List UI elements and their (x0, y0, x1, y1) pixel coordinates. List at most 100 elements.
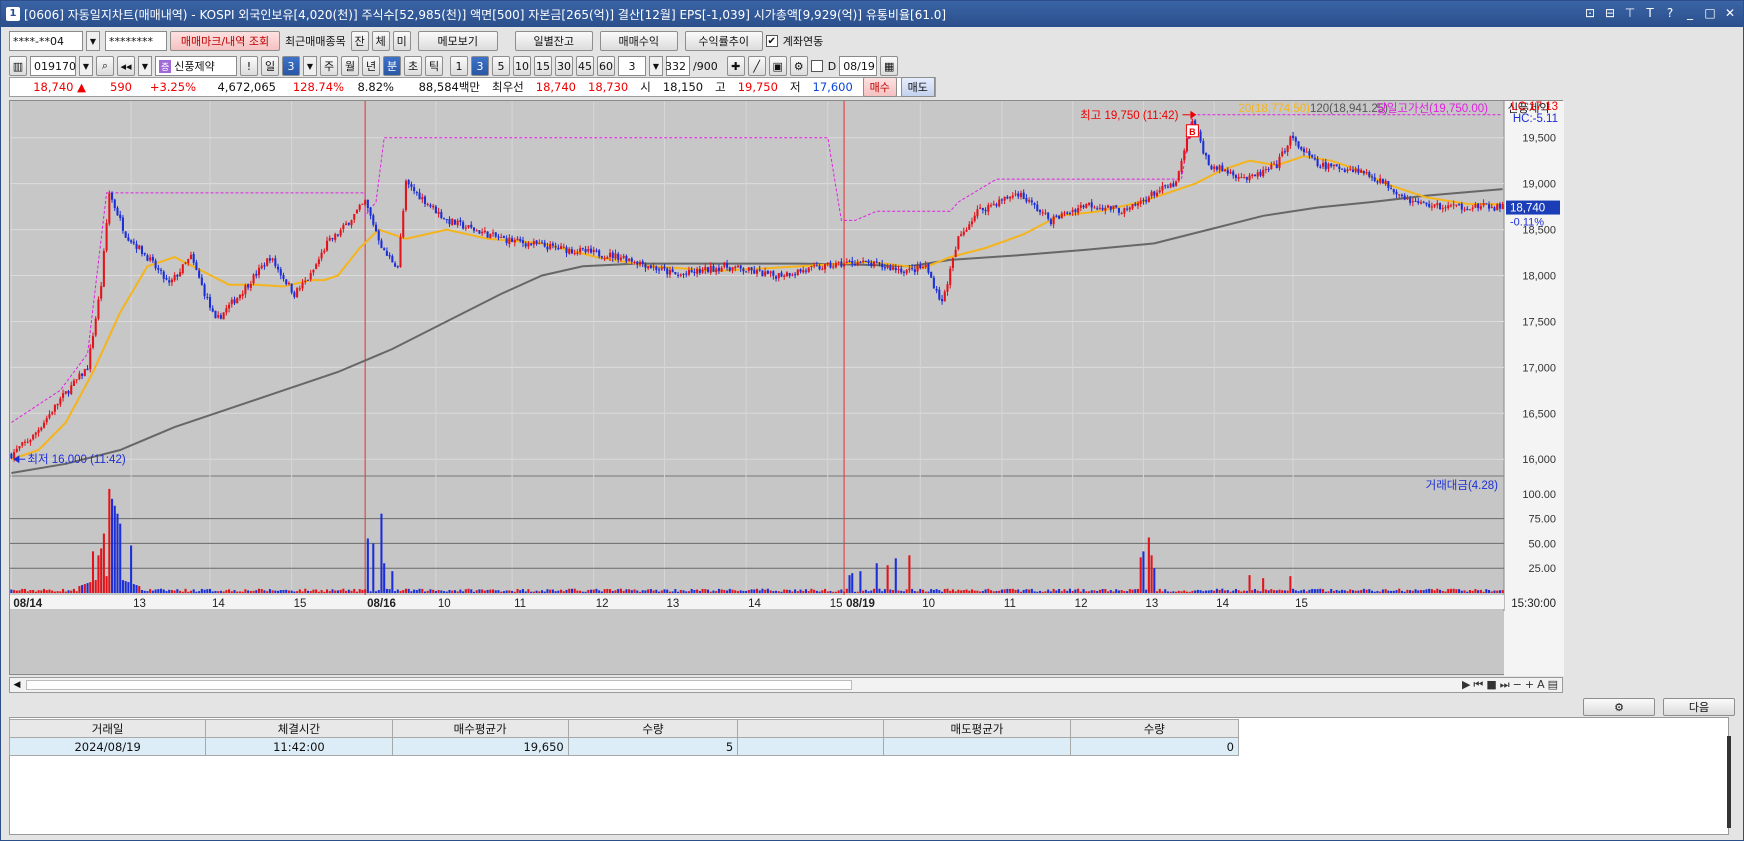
volume-bar (1297, 591, 1300, 593)
volume-bar (154, 589, 157, 593)
table-settings-button[interactable]: ⚙ (1583, 698, 1655, 716)
trade-profit-button[interactable]: 매매수익 (599, 31, 678, 51)
date-field[interactable]: 08/19 (839, 56, 878, 76)
period-day-button[interactable]: 일 (261, 56, 279, 76)
period-number-field[interactable]: 3 (282, 56, 300, 76)
pin-icon[interactable]: ⊤ (1623, 6, 1637, 20)
save-icon[interactable]: ▣ (768, 56, 787, 76)
text-tool-icon[interactable]: A (1537, 678, 1545, 692)
period-month-button[interactable]: 월 (341, 56, 359, 76)
col-sell-qty[interactable]: 수량 (1069, 719, 1240, 738)
account-link-checkbox[interactable]: ✔ (765, 35, 778, 47)
stop-icon[interactable]: ■ (1486, 678, 1496, 692)
chart-panel[interactable]: 19,500 19,000 18,500 18,000 17,500 17,000 16,5… (9, 100, 1564, 676)
trade-mark-query-button[interactable]: 매매마크/내역 조회 (170, 31, 280, 51)
candle-body (1370, 176, 1374, 178)
interval-15-button[interactable]: 15 (534, 56, 552, 76)
screen-split-icon[interactable]: ⊟ (1603, 6, 1617, 20)
play-icon[interactable]: ▶ (1462, 678, 1470, 692)
tab-balance[interactable]: 잔 (350, 31, 369, 51)
sell-button[interactable]: 매도 (900, 77, 935, 97)
volume-bar (892, 590, 895, 593)
calendar-icon[interactable]: ▦ (880, 56, 899, 76)
tab-unexecuted[interactable]: 미 (392, 31, 411, 51)
search-icon[interactable]: ⌕ (96, 56, 114, 76)
scroll-left-icon[interactable]: ◀ (10, 680, 24, 690)
interval-1-button[interactable]: 1 (450, 56, 468, 76)
col-sell-avg[interactable]: 매도평균가 (883, 719, 1071, 738)
volume-bar (864, 589, 867, 593)
speaker-dropdown-icon[interactable]: ▼ (138, 56, 152, 76)
stock-code-field[interactable]: 019170 (30, 56, 76, 76)
table-vertical-scrollbar[interactable] (1727, 736, 1731, 828)
scroll-thumb[interactable] (26, 680, 852, 690)
next-page-button[interactable]: 다음 (1663, 698, 1735, 716)
zoom-out-icon[interactable]: − (1513, 678, 1522, 692)
print-icon[interactable]: ▤ (1548, 678, 1558, 692)
x-tick-label: 14 (1216, 598, 1229, 610)
indicator-add-icon[interactable]: ✚ (726, 56, 745, 76)
profit-trend-button[interactable]: 수익률추이 (684, 31, 763, 51)
candle-body (385, 250, 388, 256)
alert-button[interactable]: ! (240, 56, 258, 76)
col-buy-qty[interactable]: 수량 (567, 719, 739, 738)
interval-input[interactable]: 3 (618, 56, 646, 76)
window-number-badge[interactable]: 1 (6, 7, 20, 21)
interval-5-button[interactable]: 5 (492, 56, 510, 76)
volume-bar (45, 590, 48, 593)
candle-body (1460, 203, 1463, 210)
account-dropdown-icon[interactable]: ▼ (86, 31, 100, 51)
interval-30-button[interactable]: 30 (555, 56, 573, 76)
period-tick-button[interactable]: 틱 (425, 56, 443, 76)
chart-scrollbar[interactable]: ◀ ▶ ⏮ ■ ⏭ − + A ▤ (9, 677, 1563, 693)
candle-body (189, 254, 193, 259)
interval-10-button[interactable]: 10 (513, 56, 531, 76)
settings-gear-icon[interactable]: ⚙ (789, 56, 808, 76)
tab-executed[interactable]: 체 (371, 31, 390, 51)
forward-icon[interactable]: ⏭ (1500, 678, 1510, 692)
bar-count-input[interactable]: 332 (665, 56, 690, 76)
font-size-icon[interactable]: T (1643, 6, 1657, 20)
memo-view-button[interactable]: 메모보기 (417, 31, 498, 51)
account-password-field[interactable]: ******** (105, 31, 167, 51)
period-year-button[interactable]: 년 (362, 56, 380, 76)
volume-bar (1392, 590, 1395, 593)
zoom-in-icon[interactable]: + (1525, 678, 1534, 692)
daily-balance-button[interactable]: 일별잔고 (514, 31, 593, 51)
speaker-icon[interactable]: ◂◂ (117, 56, 135, 76)
date-checkbox[interactable] (810, 60, 823, 72)
account-number-field[interactable]: ****-**04 (9, 31, 83, 51)
screen-link-icon[interactable]: ⊡ (1583, 6, 1597, 20)
candlestick-chart[interactable]: 19,50019,00018,50018,00017,50017,00016,5… (10, 101, 1564, 676)
interval-60-button[interactable]: 60 (597, 56, 615, 76)
volume-bar (560, 589, 563, 593)
rewind-icon[interactable]: ⏮ (1473, 678, 1483, 692)
candle-body (127, 237, 130, 241)
period-dropdown-icon[interactable]: ▼ (303, 56, 317, 76)
close-button[interactable]: ✕ (1723, 6, 1737, 20)
period-second-button[interactable]: 초 (404, 56, 422, 76)
best-bid: 18,730 (588, 80, 629, 94)
buy-button[interactable]: 매수 (862, 77, 897, 97)
interval-3-button[interactable]: 3 (471, 56, 489, 76)
period-week-button[interactable]: 주 (320, 56, 338, 76)
period-minute-button[interactable]: 분 (383, 56, 401, 76)
volume-bar (883, 589, 886, 593)
interval-45-button[interactable]: 45 (576, 56, 594, 76)
table-row[interactable]: 2024/08/19 11:42:00 19,650 5 0 (8, 737, 1240, 756)
volume-bar (1147, 537, 1150, 593)
recent-trade-label[interactable]: 최근매매종목 (283, 33, 348, 49)
col-trade-date[interactable]: 거래일 (8, 719, 207, 738)
maximize-button[interactable]: □ (1703, 6, 1717, 20)
minimize-button[interactable]: _ (1683, 6, 1697, 20)
col-buy-avg[interactable]: 매수평균가 (391, 719, 569, 738)
layout-icon[interactable]: ▥ (9, 56, 27, 76)
help-icon[interactable]: ? (1663, 6, 1677, 20)
volume-bar (1390, 590, 1393, 593)
volume-tick-label: 50.00 (1528, 538, 1556, 550)
draw-line-icon[interactable]: ╱ (747, 56, 766, 76)
stock-name-field[interactable]: 증 신풍제약 (155, 56, 237, 76)
col-exec-time[interactable]: 체결시간 (205, 719, 393, 738)
interval-dropdown-icon[interactable]: ▼ (649, 56, 663, 76)
stock-code-dropdown-icon[interactable]: ▼ (79, 56, 93, 76)
